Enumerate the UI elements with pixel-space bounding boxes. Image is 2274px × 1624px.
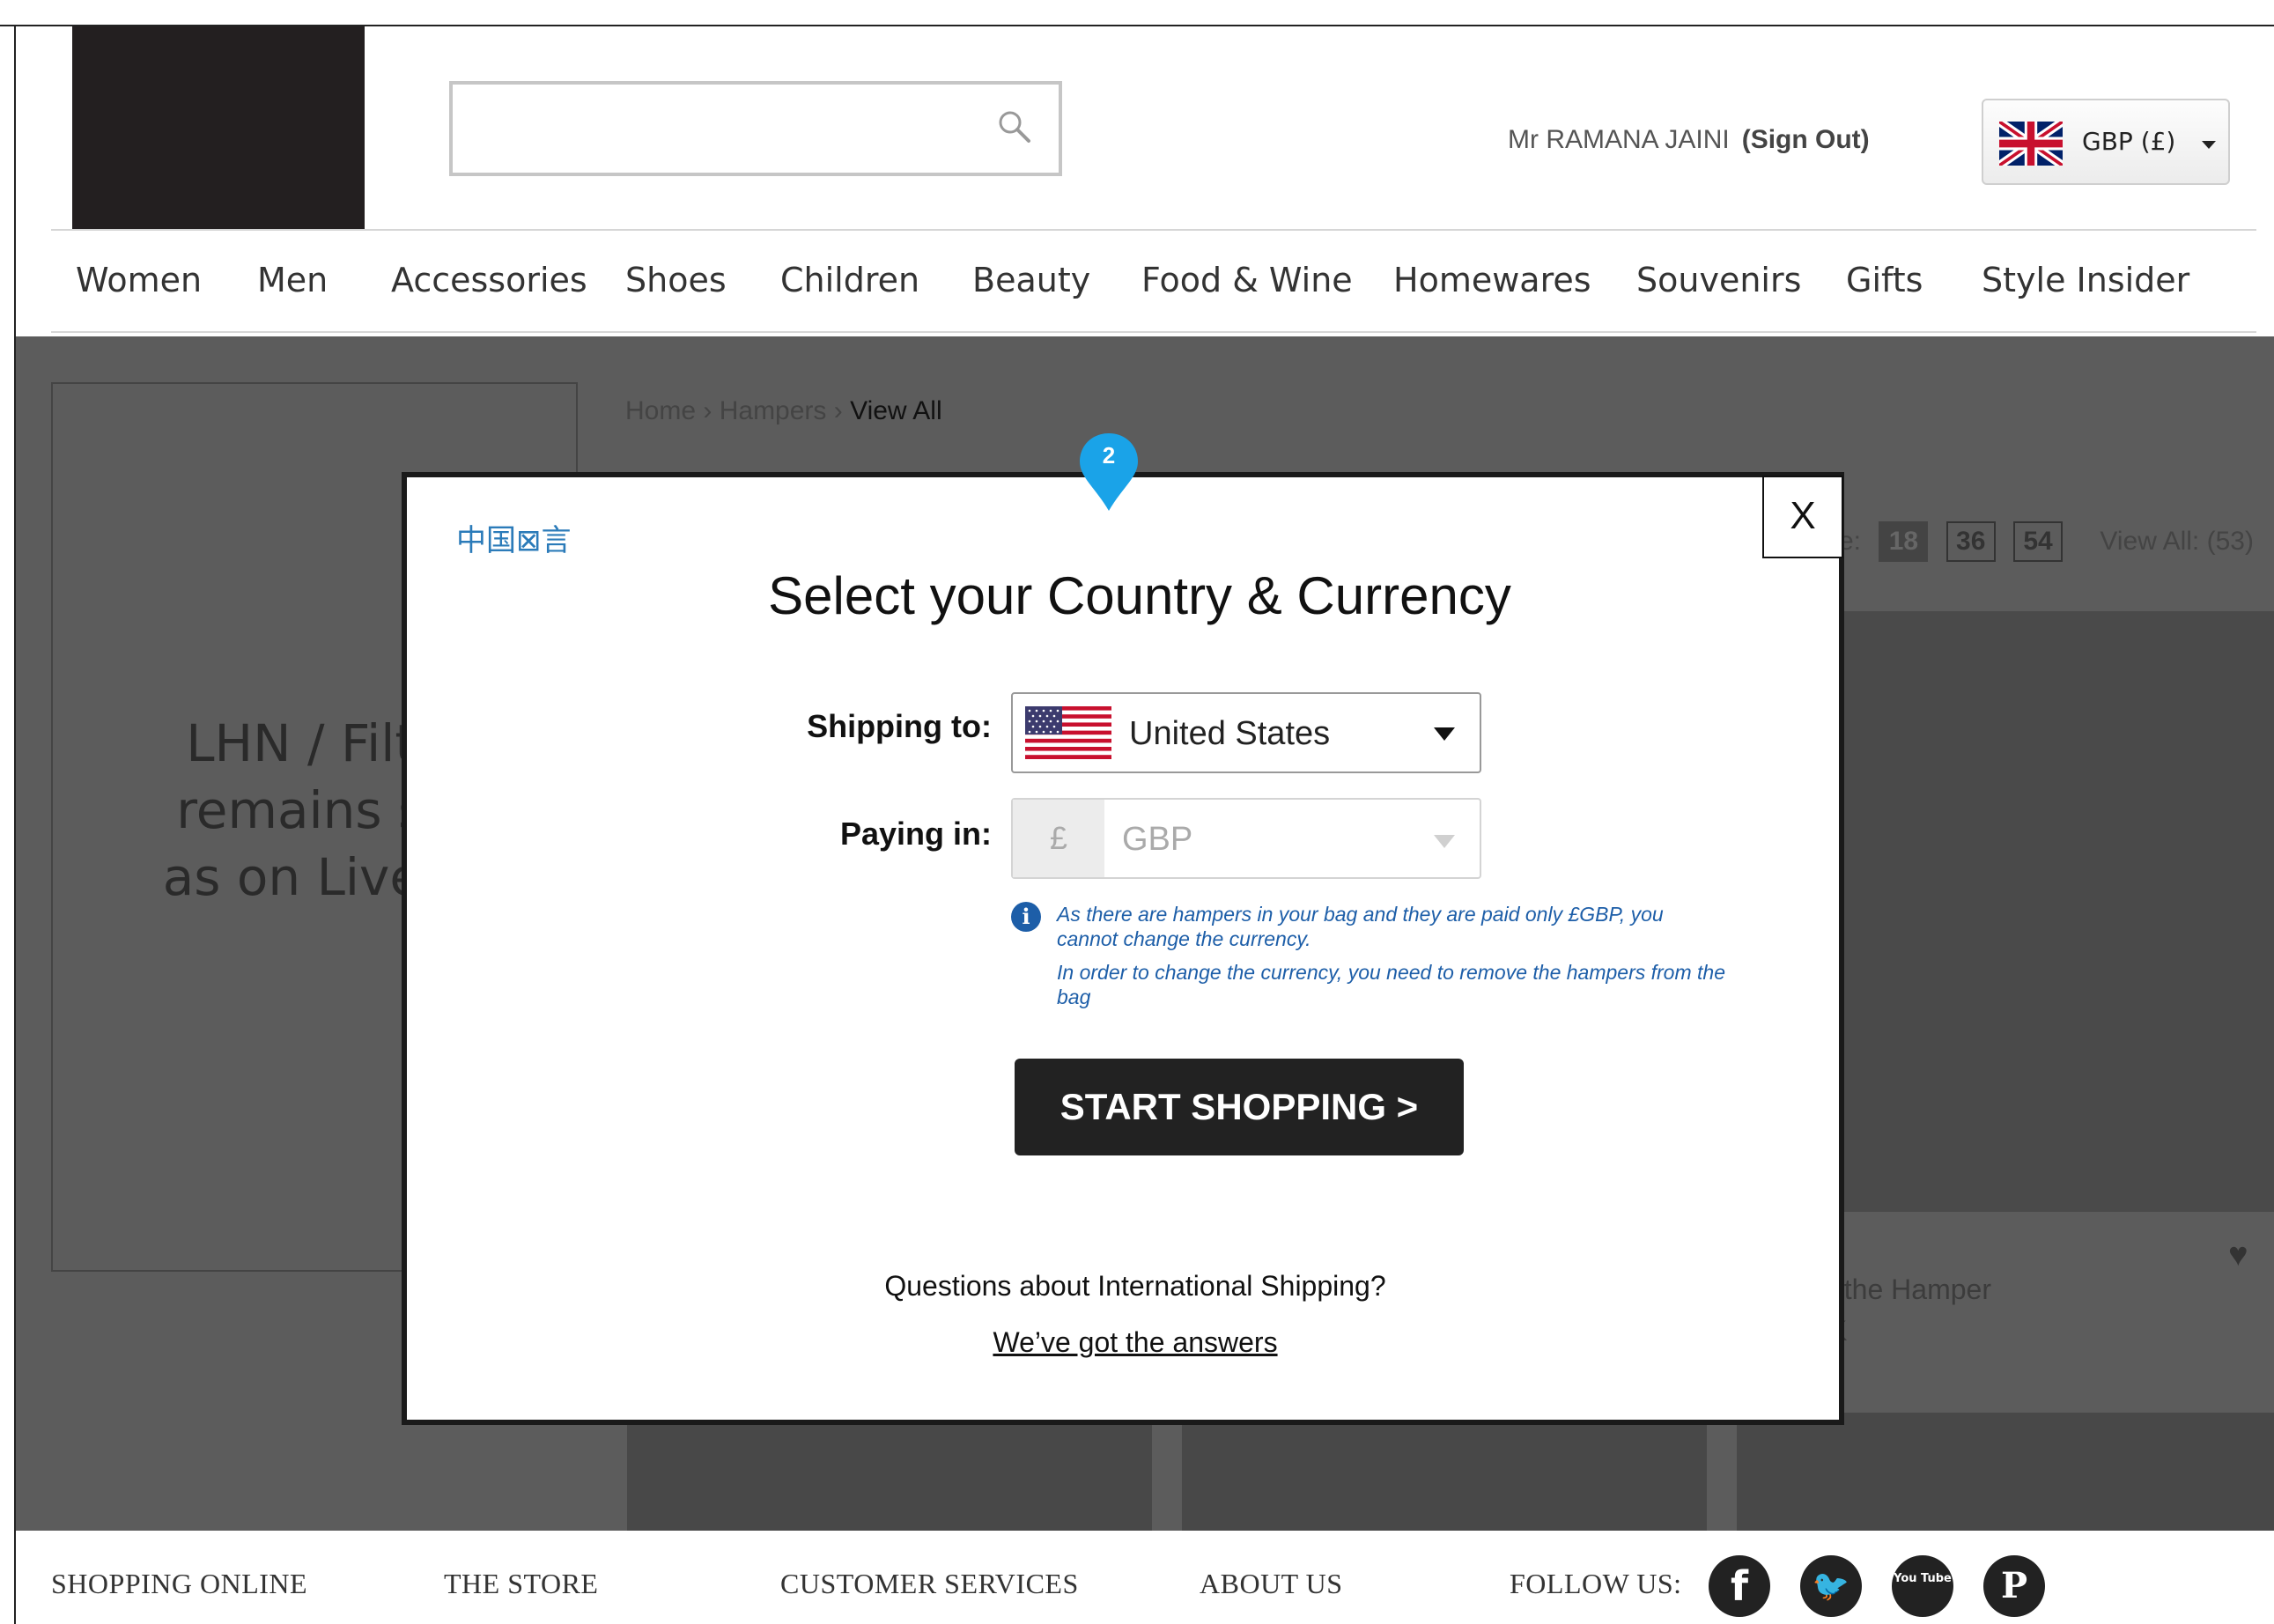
nav-item-beauty[interactable]: Beauty	[972, 261, 1090, 299]
product-title-line2: K	[1828, 1315, 1991, 1347]
footer-about-us[interactable]: ABOUT US	[1200, 1568, 1343, 1600]
product-image[interactable]	[1828, 611, 2274, 1212]
pinterest-icon[interactable]: P	[1983, 1555, 2045, 1617]
nav-item-shoes[interactable]: Shoes	[625, 261, 727, 299]
heart-icon[interactable]: ♥	[2228, 1236, 2248, 1274]
uk-flag-icon	[1999, 122, 2063, 166]
page-size-selector: e: 18 36 54 View All: (53)	[1839, 521, 2254, 562]
currency-dropdown[interactable]: GBP (£)	[1982, 99, 2230, 185]
product-tile[interactable]	[1182, 1413, 1707, 1531]
close-button[interactable]: X	[1762, 476, 1843, 558]
start-shopping-button[interactable]: START SHOPPING >	[1015, 1059, 1464, 1155]
modal-title: Select your Country & Currency	[768, 566, 1511, 625]
nav-item-souvenirs[interactable]: Souvenirs	[1636, 261, 1801, 299]
nav-item-style-insider[interactable]: Style Insider	[1982, 261, 2189, 299]
annotation-number: 2	[1102, 442, 1116, 469]
nav-divider	[51, 331, 2256, 333]
currency-select-disabled: £ GBP	[1011, 798, 1481, 879]
nav-item-women[interactable]: Women	[76, 261, 202, 299]
product-tile[interactable]	[1737, 1413, 2274, 1531]
chevron-down-icon	[2202, 141, 2216, 149]
footer: SHOPPING ONLINE THE STORE CUSTOMER SERVI…	[16, 1531, 2274, 1624]
currency-value: GBP	[1122, 821, 1193, 858]
chevron-down-icon	[1434, 835, 1455, 848]
breadcrumb-hampers[interactable]: Hampers	[720, 396, 827, 425]
search-field[interactable]	[467, 97, 978, 159]
currency-symbol: £	[1013, 800, 1104, 877]
product-title[interactable]: f the Hamper K	[1828, 1273, 1991, 1347]
header-divider	[51, 229, 2256, 231]
paying-label: Paying in:	[839, 816, 992, 852]
facebook-icon[interactable]: f	[1709, 1555, 1770, 1617]
sign-out-link[interactable]: (Sign Out)	[1742, 125, 1870, 154]
nav-item-food-wine[interactable]: Food & Wine	[1141, 261, 1353, 299]
chinese-language-link[interactable]: 中国⊠言	[456, 516, 572, 559]
page-size-18[interactable]: 18	[1879, 521, 1929, 562]
site-logo[interactable]	[72, 26, 365, 229]
footer-customer-services[interactable]: CUSTOMER SERVICES	[780, 1568, 1079, 1600]
footer-the-store[interactable]: THE STORE	[444, 1568, 598, 1600]
shipping-label: Shipping to:	[807, 708, 992, 744]
us-flag-icon	[1025, 706, 1111, 759]
user-name: Mr RAMANA JAINI	[1508, 125, 1730, 154]
breadcrumb-home[interactable]: Home	[625, 396, 696, 425]
page-size-54[interactable]: 54	[2013, 521, 2064, 562]
answers-link[interactable]: We’ve got the answers	[407, 1326, 1839, 1359]
currency-label: GBP (£)	[2082, 127, 2176, 156]
youtube-icon[interactable]: You Tube	[1892, 1555, 1953, 1617]
breadcrumb-separator: ›	[833, 396, 843, 425]
nav-item-men[interactable]: Men	[257, 261, 328, 299]
breadcrumb: Home › Hampers › View All	[625, 396, 942, 426]
breadcrumb-separator: ›	[703, 396, 712, 425]
info-icon: i	[1011, 902, 1041, 932]
search-icon[interactable]	[995, 107, 1034, 146]
product-tile[interactable]	[627, 1413, 1152, 1531]
page-size-36[interactable]: 36	[1945, 521, 1996, 562]
view-all-link[interactable]: View All: (53)	[2100, 527, 2254, 556]
shipping-country-select[interactable]: United States	[1011, 692, 1481, 773]
breadcrumb-current: View All	[850, 396, 942, 425]
shipping-question: Questions about International Shipping?	[884, 1270, 1386, 1302]
nav-item-children[interactable]: Children	[780, 261, 919, 299]
info-line-1: As there are hampers in your bag and the…	[1057, 903, 1664, 950]
info-line-2: In order to change the currency, you nee…	[1057, 961, 1725, 1008]
country-currency-modal: X 中国⊠言 Select your Country & Currency Sh…	[402, 472, 1844, 1425]
user-greeting: Mr RAMANA JAINI (Sign Out)	[1508, 125, 1870, 155]
shipping-country-value: United States	[1129, 715, 1331, 752]
footer-shopping-online[interactable]: SHOPPING ONLINE	[51, 1568, 307, 1600]
nav-item-gifts[interactable]: Gifts	[1846, 261, 1923, 299]
product-title-line1: f the Hamper	[1828, 1273, 1991, 1305]
nav-item-homewares[interactable]: Homewares	[1393, 261, 1591, 299]
footer-follow-us: FOLLOW US:	[1510, 1568, 1682, 1599]
nav-item-accessories[interactable]: Accessories	[391, 261, 587, 299]
search-input[interactable]	[449, 81, 1062, 176]
twitter-icon[interactable]: 🐦	[1800, 1555, 1862, 1617]
chevron-down-icon	[1434, 727, 1455, 741]
currency-info-message: As there are hampers in your bag and the…	[1057, 902, 1726, 1009]
